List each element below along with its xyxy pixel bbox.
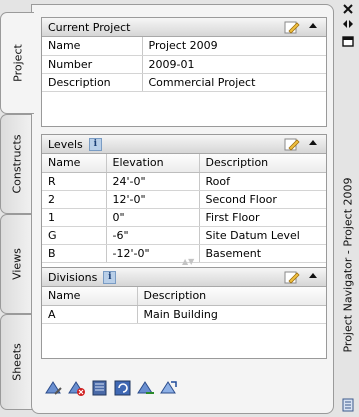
palette-title-bar: Project Navigator - Project 2009 xyxy=(337,0,359,417)
property-value[interactable]: Project 2009 xyxy=(142,37,326,56)
close-icon[interactable] xyxy=(343,4,353,14)
table-row[interactable]: 2 12'-0" Second Floor xyxy=(42,190,326,209)
divisions-table: Name Description A Main Building xyxy=(42,287,326,324)
column-header-description[interactable]: Description xyxy=(199,154,326,173)
levels-panel: Levels i Name Elevation Description R 24… xyxy=(41,134,327,277)
division-name: A xyxy=(42,305,138,324)
level-name: 2 xyxy=(42,190,107,209)
divisions-info-icon[interactable]: i xyxy=(103,270,117,284)
level-name: R xyxy=(42,172,107,191)
level-description: Site Datum Level xyxy=(199,226,326,245)
property-value[interactable]: 2009-01 xyxy=(142,55,326,74)
level-elevation: -6" xyxy=(106,226,200,245)
level-elevation: 12'-0" xyxy=(106,190,200,209)
levels-info-icon[interactable]: i xyxy=(88,137,102,151)
property-value[interactable]: Commercial Project xyxy=(142,73,326,92)
table-row[interactable]: Number 2009-01 xyxy=(42,55,326,74)
current-project-title: Current Project xyxy=(48,20,131,34)
column-header-elevation[interactable]: Elevation xyxy=(106,154,200,173)
tab-content-area: Current Project Name Project 2009 Number… xyxy=(31,4,334,414)
table-row[interactable]: G -6" Site Datum Level xyxy=(42,226,326,245)
launch-project-icon[interactable] xyxy=(159,379,179,397)
edit-project-icon[interactable] xyxy=(284,21,300,34)
tab-project[interactable]: Project xyxy=(0,12,34,114)
close-project-icon[interactable] xyxy=(67,379,87,397)
property-label: Number xyxy=(42,55,143,74)
column-header-name[interactable]: Name xyxy=(42,287,138,306)
tab-views[interactable]: Views xyxy=(0,214,32,314)
level-name: B xyxy=(42,244,107,263)
current-project-header[interactable]: Current Project xyxy=(42,18,326,37)
column-header-description[interactable]: Description xyxy=(137,287,326,306)
tab-constructs-label: Constructs xyxy=(10,134,23,194)
level-description: First Floor xyxy=(199,208,326,227)
palette-menu-icon[interactable] xyxy=(342,398,354,412)
table-row[interactable]: Description Commercial Project xyxy=(42,73,326,92)
tab-constructs[interactable]: Constructs xyxy=(0,114,32,214)
palette-title: Project Navigator - Project 2009 xyxy=(341,177,355,353)
property-label: Description xyxy=(42,73,143,92)
refresh-project-icon[interactable] xyxy=(113,379,133,397)
table-header-row: Name Elevation Description xyxy=(42,154,326,173)
tab-sheets[interactable]: Sheets xyxy=(0,314,32,410)
tab-views-label: Views xyxy=(10,248,23,280)
table-row[interactable]: 1 0" First Floor xyxy=(42,208,326,227)
collapse-icon[interactable] xyxy=(309,273,317,278)
project-navigator-palette: Project Constructs Views Sheets Current … xyxy=(0,0,359,417)
tab-sheets-label: Sheets xyxy=(10,343,23,381)
level-elevation: 0" xyxy=(106,208,200,227)
project-standards-icon[interactable] xyxy=(90,379,110,397)
project-browser-icon[interactable] xyxy=(44,379,64,397)
table-row[interactable]: A Main Building xyxy=(42,305,326,324)
panel-splitter[interactable]: ▲▼ xyxy=(182,257,194,266)
autohide-icon[interactable] xyxy=(342,19,354,29)
tab-project-label: Project xyxy=(11,44,24,82)
levels-table: Name Elevation Description R 24'-0" Roof… xyxy=(42,154,326,263)
level-elevation: 24'-0" xyxy=(106,172,200,191)
table-row[interactable]: R 24'-0" Roof xyxy=(42,172,326,191)
divisions-panel: Divisions i Name Description A Main Buil… xyxy=(41,267,327,359)
divisions-header[interactable]: Divisions i xyxy=(42,268,326,287)
property-label: Name xyxy=(42,37,143,56)
side-tab-strip: Project Constructs Views Sheets xyxy=(0,10,34,412)
collapse-icon[interactable] xyxy=(309,23,317,28)
level-description: Basement xyxy=(199,244,326,263)
level-description: Second Floor xyxy=(199,190,326,209)
levels-header[interactable]: Levels i xyxy=(42,135,326,154)
column-header-name[interactable]: Name xyxy=(42,154,107,173)
divisions-title: Divisions xyxy=(48,270,98,284)
table-header-row: Name Description xyxy=(42,287,326,306)
current-project-table: Name Project 2009 Number 2009-01 Descrip… xyxy=(42,37,326,92)
collapse-icon[interactable] xyxy=(309,140,317,145)
edit-levels-icon[interactable] xyxy=(284,138,300,151)
properties-icon[interactable] xyxy=(342,36,354,47)
level-name: G xyxy=(42,226,107,245)
division-description: Main Building xyxy=(137,305,326,324)
levels-title: Levels xyxy=(48,137,83,151)
edit-divisions-icon[interactable] xyxy=(284,271,300,284)
level-description: Roof xyxy=(199,172,326,191)
repath-project-icon[interactable] xyxy=(136,379,156,397)
current-project-panel: Current Project Name Project 2009 Number… xyxy=(41,17,327,127)
table-row[interactable]: Name Project 2009 xyxy=(42,37,326,56)
level-name: 1 xyxy=(42,208,107,227)
